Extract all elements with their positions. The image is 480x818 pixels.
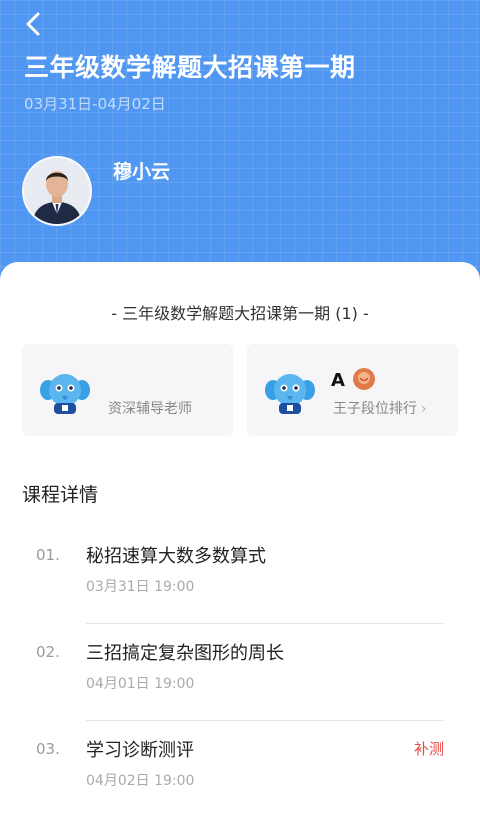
lesson-title: 学习诊断测评: [86, 740, 194, 761]
course-detail-card: - 三年级数学解题大招课第一期 (1) - 资深辅导老师 A 王子段位排行 › …: [0, 262, 480, 802]
divider: [86, 720, 444, 721]
tutor-card[interactable]: 资深辅导老师: [22, 344, 233, 436]
rank-card[interactable]: A 王子段位排行 ›: [247, 344, 458, 436]
chevron-right-icon: ›: [421, 401, 427, 417]
lesson-time: 04月02日 19:00: [86, 773, 195, 789]
lesson-time: 03月31日 19:00: [86, 579, 195, 595]
course-subtitle: - 三年级数学解题大招课第一期 (1) -: [111, 304, 369, 323]
page-title: 三年级数学解题大招课第一期: [24, 53, 356, 82]
lesson-item[interactable]: 01. 秘招速算大数多数算式 03月31日 19:00: [0, 528, 480, 624]
tutor-label: 资深辅导老师: [108, 401, 192, 417]
elephant-mascot-icon: [265, 374, 315, 414]
rank-badge-icon: [353, 368, 375, 390]
lesson-title: 秘招速算大数多数算式: [86, 546, 266, 567]
teacher-photo: [24, 158, 90, 224]
lesson-number: 02.: [36, 643, 60, 661]
divider: [86, 623, 444, 624]
lesson-item[interactable]: 02. 三招搞定复杂图形的周长 04月01日 19:00: [0, 625, 480, 721]
course-header: 三年级数学解题大招课第一期 03月31日-04月02日 穆小云: [0, 0, 480, 300]
chevron-left-icon: [26, 12, 40, 36]
rank-label: 王子段位排行 ›: [333, 398, 427, 418]
lesson-item[interactable]: 03. 学习诊断测评 04月02日 19:00 补测: [0, 722, 480, 818]
lesson-number: 03.: [36, 740, 60, 758]
makeup-test-link[interactable]: 补测: [414, 738, 444, 759]
elephant-mascot-icon: [40, 374, 90, 414]
lesson-time: 04月01日 19:00: [86, 676, 195, 692]
course-date-range: 03月31日-04月02日: [24, 95, 166, 113]
section-title: 课程详情: [22, 484, 99, 506]
back-button[interactable]: [18, 8, 50, 40]
rank-letter: A: [331, 370, 345, 391]
teacher-name[interactable]: 穆小云: [113, 157, 170, 184]
lesson-number: 01.: [36, 546, 60, 564]
teacher-avatar[interactable]: [22, 156, 92, 226]
rank-label-text: 王子段位排行: [333, 401, 417, 417]
lesson-title: 三招搞定复杂图形的周长: [86, 643, 284, 664]
